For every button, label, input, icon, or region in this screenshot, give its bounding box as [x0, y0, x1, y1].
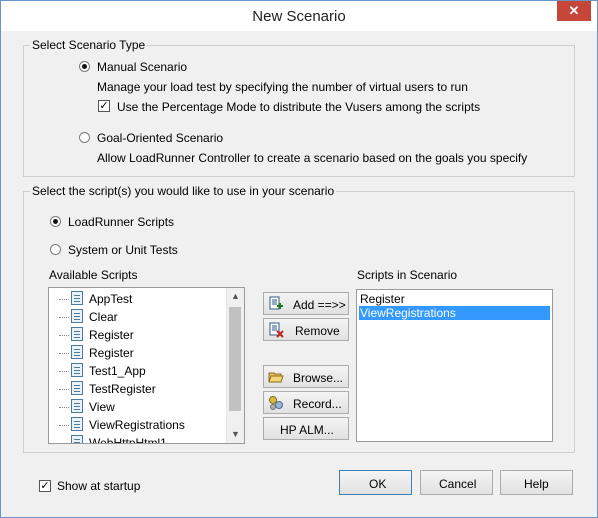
scripts-in-scenario-list[interactable]: Register ViewRegistrations	[356, 289, 553, 442]
remove-button-label: Remove	[295, 324, 340, 338]
help-button-label: Help	[524, 477, 549, 491]
show-at-startup-checkbox[interactable]: ✓	[39, 480, 51, 492]
scroll-down-icon[interactable]: ▼	[227, 426, 244, 443]
scripts-in-scenario-label: Scripts in Scenario	[357, 268, 458, 282]
hp-alm-button[interactable]: HP ALM...	[263, 417, 349, 440]
percentage-mode-checkbox[interactable]: ✓	[98, 100, 110, 112]
record-icon	[269, 396, 283, 410]
goal-oriented-description: Allow LoadRunner Controller to create a …	[97, 151, 528, 165]
script-icon	[71, 399, 83, 413]
script-icon	[71, 291, 83, 305]
script-icon	[71, 345, 83, 359]
scenario-type-group-label: Select Scenario Type	[30, 38, 148, 52]
list-item-selected[interactable]: ViewRegistrations	[359, 306, 550, 320]
hp-alm-button-label: HP ALM...	[280, 423, 334, 437]
list-item[interactable]: Test1_App	[49, 362, 224, 380]
script-icon	[71, 435, 83, 443]
goal-oriented-scenario-label[interactable]: Goal-Oriented Scenario	[97, 131, 223, 145]
loadrunner-scripts-label[interactable]: LoadRunner Scripts	[68, 215, 174, 229]
add-script-icon	[269, 296, 283, 310]
script-icon	[71, 327, 83, 341]
scroll-up-icon[interactable]: ▲	[227, 288, 244, 305]
remove-script-icon	[269, 322, 284, 338]
ok-button-label: OK	[369, 477, 387, 491]
remove-button[interactable]: Remove	[263, 318, 349, 341]
record-button-label: Record...	[293, 397, 342, 411]
ok-button[interactable]: OK	[339, 470, 412, 495]
list-item[interactable]: View	[49, 398, 224, 416]
available-scripts-scrollbar[interactable]: ▲ ▼	[226, 288, 244, 443]
manual-scenario-label[interactable]: Manual Scenario	[97, 60, 187, 74]
add-button[interactable]: Add ==>>	[263, 292, 349, 315]
close-button[interactable]: ✕	[557, 1, 591, 21]
add-button-label: Add ==>>	[293, 298, 346, 312]
script-icon	[71, 363, 83, 377]
new-scenario-dialog: New Scenario ✕ Select Scenario Type Manu…	[0, 0, 598, 518]
list-item[interactable]: Clear	[49, 308, 224, 326]
list-item[interactable]: TestRegister	[49, 380, 224, 398]
record-button[interactable]: Record...	[263, 391, 349, 414]
list-item[interactable]: Register	[49, 344, 224, 362]
percentage-mode-label[interactable]: Use the Percentage Mode to distribute th…	[117, 100, 480, 114]
title-bar: New Scenario ✕	[1, 1, 597, 31]
script-icon	[71, 417, 83, 431]
show-at-startup-label[interactable]: Show at startup	[57, 479, 140, 493]
list-item[interactable]: AppTest	[49, 290, 224, 308]
cancel-button-label: Cancel	[439, 477, 477, 491]
available-scripts-list[interactable]: AppTest Clear Register Register Test1_Ap…	[48, 287, 245, 444]
browse-button[interactable]: Browse...	[263, 365, 349, 388]
loadrunner-scripts-radio[interactable]	[50, 216, 61, 227]
goal-oriented-scenario-radio[interactable]	[79, 132, 90, 143]
system-unit-tests-label[interactable]: System or Unit Tests	[68, 243, 178, 257]
window-title: New Scenario	[252, 8, 346, 25]
folder-open-icon	[268, 372, 284, 383]
cancel-button[interactable]: Cancel	[420, 470, 493, 495]
list-item[interactable]: Register	[359, 292, 550, 306]
available-scripts-label: Available Scripts	[49, 268, 138, 282]
help-button[interactable]: Help	[500, 470, 573, 495]
manual-scenario-radio[interactable]	[79, 61, 90, 72]
list-item[interactable]: Register	[49, 326, 224, 344]
scroll-thumb[interactable]	[229, 307, 241, 411]
list-item[interactable]: ViewRegistrations	[49, 416, 224, 434]
list-item[interactable]: WebHttpHtml1	[49, 434, 224, 443]
browse-button-label: Browse...	[293, 371, 344, 385]
manual-scenario-description: Manage your load test by specifying the …	[97, 80, 468, 94]
scripts-group-label: Select the script(s) you would like to u…	[30, 184, 337, 198]
script-icon	[71, 309, 83, 323]
system-unit-tests-radio[interactable]	[50, 244, 61, 255]
script-icon	[71, 381, 83, 395]
